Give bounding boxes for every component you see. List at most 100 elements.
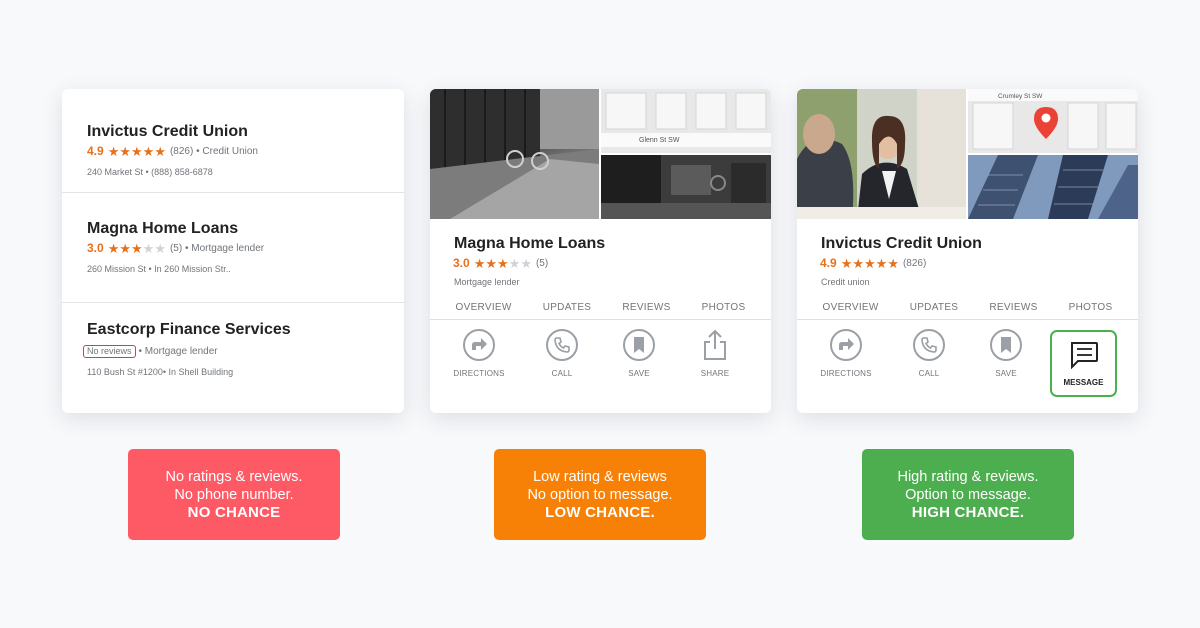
verdict-line: Option to message.	[905, 487, 1031, 503]
map-thumbnail[interactable]: Glenn St SW	[601, 89, 771, 153]
tab-updates[interactable]: UPDATES	[543, 302, 592, 319]
business-name: Invictus Credit Union	[87, 123, 248, 140]
business-category: • Mortgage lender	[184, 242, 265, 254]
star-rating: ★ ★ ★ ★ ★	[108, 242, 166, 255]
star-icon: ★	[131, 143, 143, 159]
star-icon: ★	[497, 255, 509, 271]
star-icon: ★	[887, 255, 899, 271]
verdict-headline: NO CHANCE	[187, 504, 281, 521]
action-label: SAVE	[995, 369, 1017, 378]
star-icon: ★	[508, 255, 521, 271]
rating-row: 3.0 ★ ★ ★ ★ ★ (5)	[453, 256, 605, 270]
business-category: Credit union	[821, 277, 870, 287]
rating-row: 3.0 ★ ★ ★ ★ ★ (5) • Mortgage lender	[87, 241, 404, 255]
call-button[interactable]: CALL	[527, 329, 597, 378]
action-label: SAVE	[628, 369, 650, 378]
save-button[interactable]: SAVE	[604, 329, 674, 378]
tab-overview[interactable]: OVERVIEW	[823, 302, 879, 319]
review-count: (5)	[169, 242, 183, 254]
star-icon: ★	[119, 240, 131, 256]
verdict-line: High rating & reviews.	[897, 469, 1039, 485]
star-icon: ★	[520, 255, 532, 271]
rating-value: 3.0	[453, 256, 470, 270]
rating-value: 4.9	[820, 256, 837, 270]
list-item-eastcorp[interactable]: Eastcorp Finance Services No reviews • M…	[62, 303, 404, 413]
map-street-label: Glenn St SW	[639, 137, 680, 144]
tab-photos[interactable]: PHOTOS	[1069, 302, 1113, 319]
business-name: Magna Home Loans	[87, 220, 239, 237]
message-label: MESSAGE	[1063, 378, 1104, 387]
call-button[interactable]: CALL	[894, 329, 964, 378]
tab-reviews[interactable]: REVIEWS	[622, 302, 670, 319]
star-icon: ★	[154, 240, 166, 256]
star-icon: ★	[107, 143, 120, 159]
review-count: (826)	[169, 145, 194, 157]
star-rating: ★ ★ ★ ★ ★	[474, 257, 532, 270]
business-address: 240 Market St • (888) 858-6878	[87, 167, 213, 177]
verdict-low-chance: Low rating & reviews No option to messag…	[494, 449, 706, 540]
star-icon: ★	[473, 255, 486, 271]
save-icon	[990, 329, 1022, 361]
star-icon: ★	[154, 143, 166, 159]
verdict-high-chance: High rating & reviews. Option to message…	[862, 449, 1074, 540]
list-item-magna[interactable]: Magna Home Loans 3.0 ★ ★ ★ ★ ★ (5) • Mortgag…	[62, 193, 404, 303]
photo-gallery: Crumley St SW	[797, 89, 1138, 219]
save-icon	[623, 329, 655, 361]
directions-icon	[830, 329, 862, 361]
save-button[interactable]: SAVE	[971, 329, 1041, 378]
tab-reviews[interactable]: REVIEWS	[989, 302, 1037, 319]
star-icon: ★	[142, 143, 155, 159]
action-label: CALL	[551, 369, 573, 378]
star-rating: ★ ★ ★ ★ ★	[841, 257, 899, 270]
star-icon: ★	[875, 255, 888, 271]
call-icon	[913, 329, 945, 361]
message-button[interactable]: MESSAGE	[1050, 330, 1117, 397]
action-bar: DIRECTIONS CALL SAVE SHARE	[430, 329, 771, 404]
verdict-line: No ratings & reviews.	[165, 469, 303, 485]
directions-icon	[463, 329, 495, 361]
action-label: CALL	[918, 369, 940, 378]
share-button[interactable]: SHARE	[680, 329, 750, 378]
verdict-no-chance: No ratings & reviews. No phone number. N…	[128, 449, 340, 540]
map-thumbnail[interactable]: Crumley St SW	[968, 89, 1138, 153]
map-pin-icon	[1033, 106, 1059, 145]
action-label: SHARE	[700, 369, 730, 378]
star-icon: ★	[107, 240, 120, 256]
share-icon	[680, 329, 750, 361]
star-icon: ★	[840, 255, 853, 271]
detail-tabs: OVERVIEW UPDATES REVIEWS PHOTOS	[797, 302, 1138, 320]
rating-row: 4.9 ★ ★ ★ ★ ★ (826) • Credit Union	[87, 144, 404, 158]
business-category: • Credit Union	[196, 145, 258, 157]
call-icon	[546, 329, 578, 361]
business-info: Magna Home Loans 3.0 ★ ★ ★ ★ ★ (5) Mortgage …	[453, 235, 606, 287]
photo-gallery: Glenn St SW	[430, 89, 771, 219]
verdict-line: No option to message.	[527, 487, 673, 503]
tab-overview[interactable]: OVERVIEW	[456, 302, 512, 319]
map-street-label: Crumley St SW	[998, 93, 1043, 100]
business-name: Magna Home Loans	[454, 235, 606, 252]
directions-button[interactable]: DIRECTIONS	[811, 329, 881, 378]
business-detail-card-magna: Glenn St SW Magna Home Loans 3.0 ★ ★ ★ ★ ★ (…	[430, 89, 771, 413]
no-reviews-label: No reviews	[83, 344, 136, 358]
building-photo[interactable]	[968, 155, 1138, 219]
review-count: (5)	[535, 257, 549, 269]
star-rating: ★ ★ ★ ★ ★	[108, 145, 166, 158]
star-icon: ★	[131, 240, 143, 256]
message-icon	[1052, 341, 1115, 374]
star-icon: ★	[864, 255, 876, 271]
star-icon: ★	[485, 255, 497, 271]
star-icon: ★	[142, 240, 155, 256]
meeting-photo[interactable]	[797, 89, 966, 219]
action-label: DIRECTIONS	[820, 369, 872, 378]
directions-button[interactable]: DIRECTIONS	[444, 329, 514, 378]
street-photo[interactable]	[430, 89, 599, 219]
rating-row: No reviews • Mortgage lender	[83, 344, 404, 358]
interior-photo[interactable]	[601, 155, 771, 219]
business-address: 260 Mission St • In 260 Mission Str..	[87, 264, 231, 274]
tab-photos[interactable]: PHOTOS	[702, 302, 746, 319]
business-category: Mortgage lender	[454, 277, 520, 287]
business-detail-card-invictus: Crumley St SW Invictus Credit Union 4.9 …	[797, 89, 1138, 413]
verdict-line: Low rating & reviews	[533, 469, 667, 485]
tab-updates[interactable]: UPDATES	[910, 302, 959, 319]
list-item-invictus[interactable]: Invictus Credit Union 4.9 ★ ★ ★ ★ ★ (826) • …	[62, 89, 404, 193]
